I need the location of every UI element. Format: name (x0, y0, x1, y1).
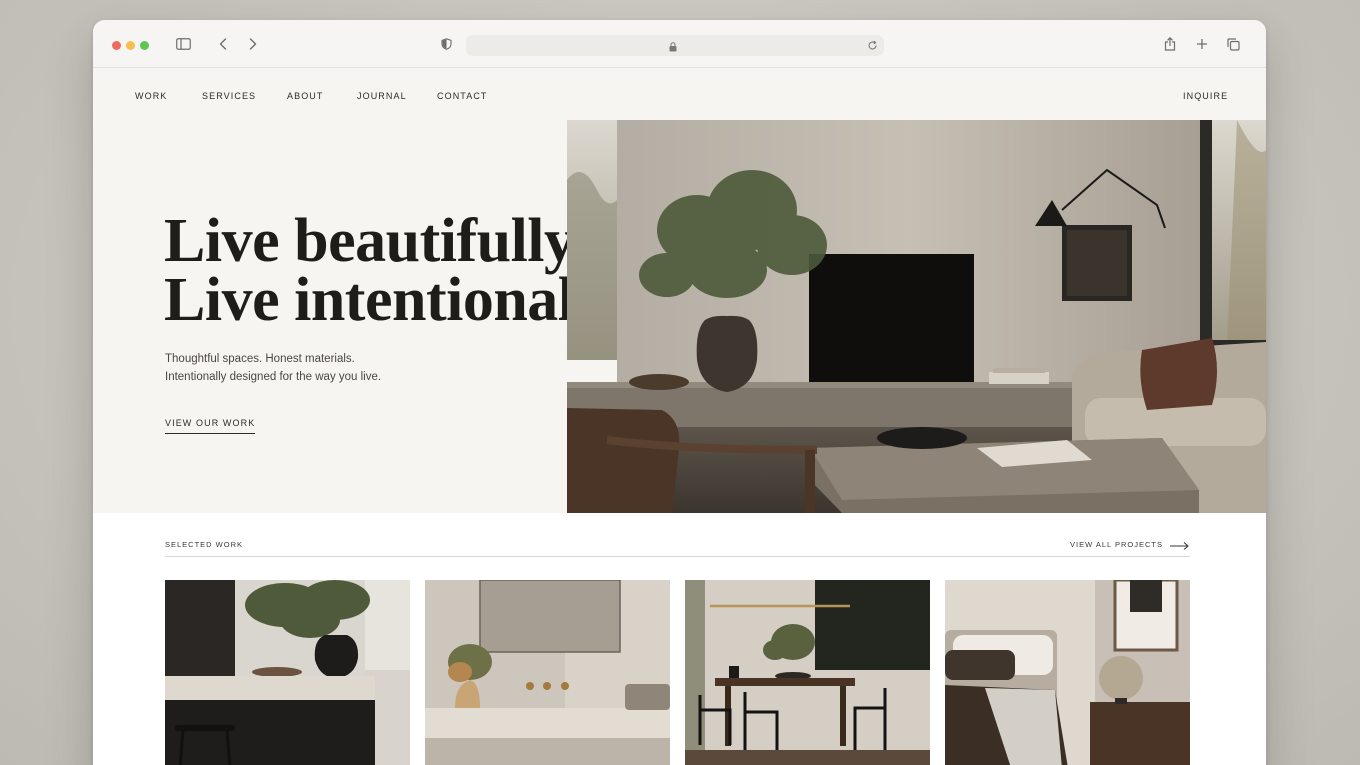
headline-line-1: Live beautifully. (164, 207, 587, 275)
sidebar-icon[interactable] (175, 34, 191, 54)
view-all-projects-link[interactable]: VIEW ALL PROJECTS (1070, 540, 1163, 549)
lock-icon (669, 39, 677, 57)
arrow-right-icon[interactable] (1170, 538, 1190, 556)
address-bar[interactable] (466, 35, 884, 56)
selected-work-label: SELECTED WORK (165, 540, 244, 549)
minimize-window-button[interactable] (126, 41, 135, 50)
shield-icon[interactable] (440, 34, 452, 54)
browser-toolbar (93, 20, 1266, 68)
project-card-kitchen[interactable] (165, 580, 410, 765)
hero-subtext: Thoughtful spaces. Honest materials. Int… (165, 350, 381, 386)
site-navigation: WORK SERVICES ABOUT JOURNAL CONTACT INQU… (93, 68, 1266, 120)
project-card-dining[interactable] (685, 580, 930, 765)
browser-window: WORK SERVICES ABOUT JOURNAL CONTACT INQU… (93, 20, 1266, 765)
nav-work[interactable]: WORK (135, 91, 167, 101)
hero-image-living-room (567, 120, 1266, 513)
headline-line-2: Live intentionally. (164, 266, 634, 334)
project-card-bathroom[interactable] (425, 580, 670, 765)
nav-journal[interactable]: JOURNAL (357, 91, 407, 101)
view-our-work-link[interactable]: VIEW OUR WORK (165, 418, 256, 434)
inquire-link[interactable]: INQUIRE (1183, 91, 1228, 101)
forward-icon[interactable] (247, 34, 259, 54)
nav-contact[interactable]: CONTACT (437, 91, 488, 101)
divider (165, 556, 1190, 557)
zoom-window-button[interactable] (140, 41, 149, 50)
subtext-line-1: Thoughtful spaces. Honest materials. (165, 353, 355, 365)
nav-services[interactable]: SERVICES (202, 91, 256, 101)
back-icon[interactable] (217, 34, 229, 54)
nav-about[interactable]: ABOUT (287, 91, 324, 101)
close-window-button[interactable] (112, 41, 121, 50)
share-icon[interactable] (1163, 34, 1177, 54)
subtext-line-2: Intentionally designed for the way you l… (165, 371, 382, 383)
hero-section: Live beautifully. Live intentionally. Th… (93, 120, 1266, 513)
new-tab-icon[interactable] (1195, 34, 1209, 54)
tabs-overview-icon[interactable] (1226, 34, 1240, 54)
hero-headline: Live beautifully. Live intentionally. (164, 207, 634, 334)
reload-icon[interactable] (867, 38, 878, 56)
project-card-bedroom[interactable] (945, 580, 1190, 765)
